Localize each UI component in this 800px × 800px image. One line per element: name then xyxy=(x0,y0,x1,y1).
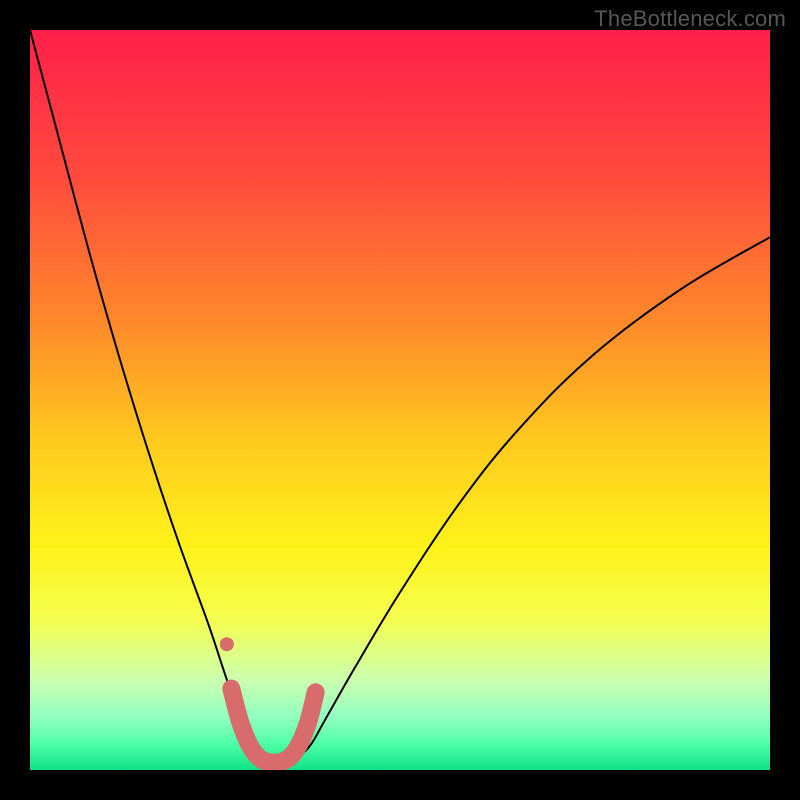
highlight-dot xyxy=(220,637,234,651)
watermark-text: TheBottleneck.com xyxy=(594,6,786,32)
gradient-background xyxy=(30,30,770,770)
chart-svg xyxy=(30,30,770,770)
chart-frame: TheBottleneck.com xyxy=(0,0,800,800)
plot-area xyxy=(30,30,770,770)
